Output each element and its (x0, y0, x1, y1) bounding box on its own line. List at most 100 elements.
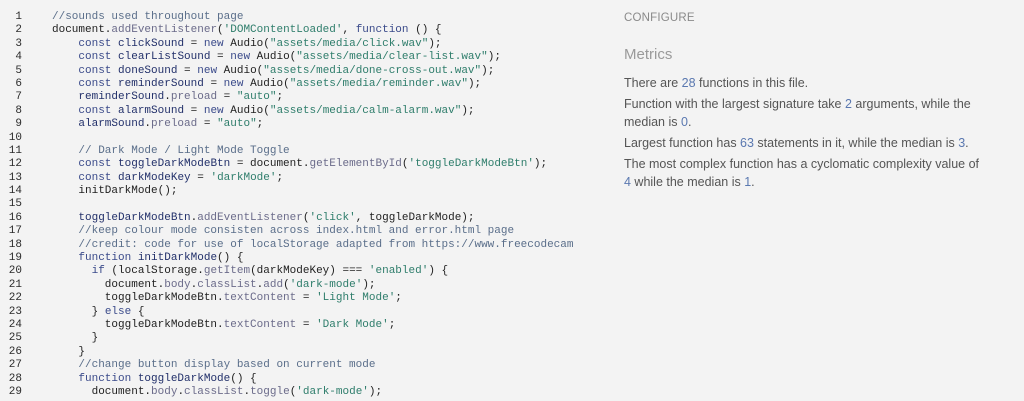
metric-value: 2 (844, 97, 852, 111)
line-number: 29 (8, 385, 22, 398)
code-line[interactable]: 28 function toggleDarkMode() { (0, 373, 612, 386)
line-number: 20 (8, 265, 22, 278)
code-line[interactable]: 1 //sounds used throughout page (0, 11, 612, 24)
line-number: 17 (8, 225, 22, 238)
code-line[interactable]: 23 } else { (0, 306, 612, 319)
code-line[interactable]: 10 (0, 132, 612, 145)
code-text: // Dark Mode / Light Mode Toggle (78, 144, 290, 157)
code-text: document.body.classList.add('dark-mode')… (52, 278, 376, 291)
metric-value: 4 (624, 175, 631, 189)
code-line[interactable]: 18 //credit: code for use of localStorag… (0, 239, 612, 252)
code-line[interactable]: 21 document.body.classList.add('dark-mod… (0, 279, 612, 292)
metric-value: 63 (740, 136, 754, 150)
code-text: const alarmSound = new Audio("assets/med… (78, 104, 475, 117)
line-number: 2 (15, 24, 22, 37)
line-number: 12 (8, 158, 22, 171)
line-number: 3 (15, 37, 22, 50)
metric-item: Function with the largest signature take… (624, 95, 984, 131)
code-text: //change button display based on current… (78, 359, 376, 372)
metrics-list: There are 28 functions in this file. Func… (624, 74, 984, 194)
code-line[interactable]: 12 const toggleDarkModeBtn = document.ge… (0, 158, 612, 171)
code-text: const clickSound = new Audio("assets/med… (78, 37, 442, 50)
line-number: 9 (15, 118, 22, 131)
metric-text: . (751, 175, 755, 189)
line-number: 24 (8, 318, 22, 331)
code-text: const reminderSound = new Audio("assets/… (78, 77, 482, 90)
line-number: 18 (8, 238, 22, 251)
code-text: const doneSound = new Audio("assets/medi… (78, 64, 495, 77)
line-number: 16 (8, 211, 22, 224)
code-line[interactable]: 20 if (localStorage.getItem(darkModeKey)… (0, 265, 612, 278)
code-line[interactable]: 15 (0, 198, 612, 211)
code-line[interactable]: 25 } (0, 332, 612, 345)
metric-text: Largest function has (624, 136, 741, 150)
code-text: } (52, 332, 99, 345)
code-line[interactable]: 19 function initDarkMode() { (0, 252, 612, 265)
code-text: toggleDarkModeBtn.textContent = 'Dark Mo… (52, 318, 396, 331)
code-text: reminderSound.preload = "auto"; (78, 91, 284, 104)
line-number: 8 (15, 104, 22, 117)
code-line[interactable]: 29 document.body.classList.toggle('dark-… (0, 386, 612, 399)
code-line[interactable]: 22 toggleDarkModeBtn.textContent = 'Ligh… (0, 292, 612, 305)
code-text: initDarkMode(); (52, 185, 178, 198)
line-number: 19 (8, 252, 22, 265)
line-number: 11 (8, 144, 22, 157)
code-line[interactable]: 4 const clearListSound = new Audio("asse… (0, 51, 612, 64)
metric-text: There are (624, 76, 682, 90)
metrics-heading: Metrics (624, 46, 673, 63)
code-line[interactable]: 9 alarmSound.preload = "auto"; (0, 118, 612, 131)
code-text: //keep colour mode consisten across inde… (78, 225, 515, 238)
code-line[interactable]: 8 const alarmSound = new Audio("assets/m… (0, 105, 612, 118)
metric-text: Function with the largest signature take (624, 97, 845, 111)
code-line[interactable]: 2 document.addEventListener('DOMContentLo… (0, 24, 612, 37)
code-editor[interactable]: 1 //sounds used throughout page 2 document.… (0, 0, 612, 401)
line-number: 25 (8, 332, 22, 345)
line-number: 15 (8, 198, 22, 211)
metric-text: while the median is (630, 175, 745, 189)
code-text: const darkModeKey = 'darkMode'; (78, 171, 284, 184)
line-number: 14 (8, 185, 22, 198)
code-text: //credit: code for use of localStorage a… (78, 238, 574, 251)
line-number: 13 (8, 171, 22, 184)
line-number: 28 (8, 372, 22, 385)
metric-value: 28 (681, 76, 696, 90)
code-line[interactable]: 27 //change button display based on curr… (0, 359, 612, 372)
line-number: 1 (15, 11, 22, 23)
code-text: document.addEventListener('DOMContentLoa… (52, 24, 442, 37)
code-line[interactable]: 16 toggleDarkModeBtn.addEventListener('c… (0, 212, 612, 225)
code-text: } else { (52, 305, 145, 318)
code-line[interactable]: 13 const darkModeKey = 'darkMode'; (0, 172, 612, 185)
line-number: 6 (15, 77, 22, 90)
code-line[interactable]: 24 toggleDarkModeBtn.textContent = 'Dark… (0, 319, 612, 332)
line-number: 21 (8, 278, 22, 291)
code-line[interactable]: 5 const doneSound = new Audio("assets/me… (0, 65, 612, 78)
code-line[interactable]: 14 initDarkMode(); (0, 185, 612, 198)
code-text: alarmSound.preload = "auto"; (78, 118, 264, 131)
code-line[interactable]: 7 reminderSound.preload = "auto"; (0, 91, 612, 104)
code-text: toggleDarkModeBtn.textContent = 'Light M… (52, 292, 402, 305)
code-line[interactable]: 3 const clickSound = new Audio("assets/m… (0, 38, 612, 51)
code-text: } (52, 345, 86, 358)
line-number: 22 (8, 292, 22, 305)
configure-link[interactable]: CONFIGURE (624, 12, 695, 24)
code-text: const toggleDarkModeBtn = document.getEl… (78, 158, 548, 171)
code-line[interactable]: 6 const reminderSound = new Audio("asset… (0, 78, 612, 91)
line-number: 5 (15, 64, 22, 77)
code-text: toggleDarkModeBtn.addEventListener('clic… (78, 211, 475, 224)
metric-item: There are 28 functions in this file. (624, 74, 984, 92)
line-number: 10 (8, 131, 22, 144)
code-text: //sounds used throughout page (52, 11, 244, 23)
code-text: const clearListSound = new Audio("assets… (78, 51, 501, 64)
line-number: 7 (15, 91, 22, 104)
metric-item: Largest function has 63 statements in it… (624, 134, 984, 152)
code-line[interactable]: 11 // Dark Mode / Light Mode Toggle (0, 145, 612, 158)
code-text: if (localStorage.getItem(darkModeKey) ==… (91, 265, 449, 278)
metric-text: . (687, 115, 692, 129)
line-number: 23 (8, 305, 22, 318)
code-line[interactable]: 17 //keep colour mode consisten across i… (0, 225, 612, 238)
code-line[interactable]: 26 } (0, 346, 612, 359)
metric-text: statements in it, while the median is (753, 136, 959, 150)
code-text: function toggleDarkMode() { (78, 372, 257, 385)
metric-value: 0 (680, 115, 688, 129)
metric-text: The most complex function has a cyclomat… (624, 157, 980, 171)
